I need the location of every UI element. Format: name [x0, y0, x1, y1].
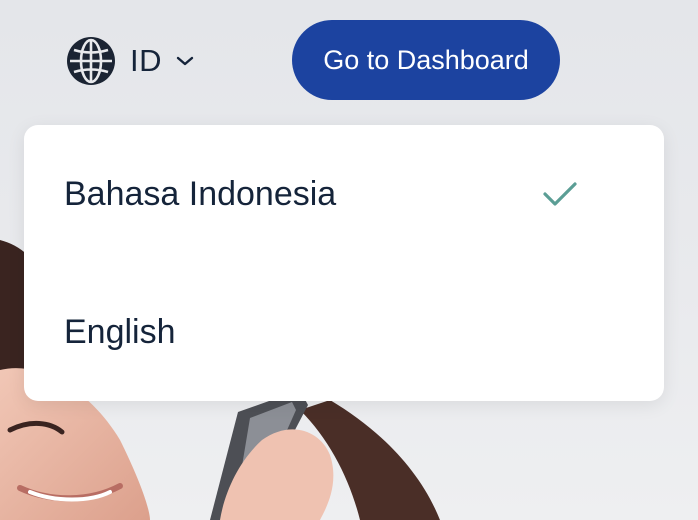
menu-item-label: English — [64, 312, 176, 351]
page: ID Go to Dashboard Bahasa Indonesia Engl… — [0, 0, 698, 520]
check-icon — [543, 182, 577, 206]
menu-item-bahasa-indonesia[interactable]: Bahasa Indonesia — [24, 125, 664, 263]
current-language-code: ID — [130, 43, 162, 78]
chevron-down-icon — [176, 56, 194, 66]
language-selector[interactable]: ID — [64, 34, 194, 88]
menu-item-label: Bahasa Indonesia — [64, 174, 337, 213]
go-to-dashboard-button[interactable]: Go to Dashboard — [292, 20, 560, 100]
language-dropdown-menu: Bahasa Indonesia English — [24, 125, 664, 401]
menu-item-english[interactable]: English — [24, 263, 664, 401]
globe-icon — [67, 37, 115, 85]
